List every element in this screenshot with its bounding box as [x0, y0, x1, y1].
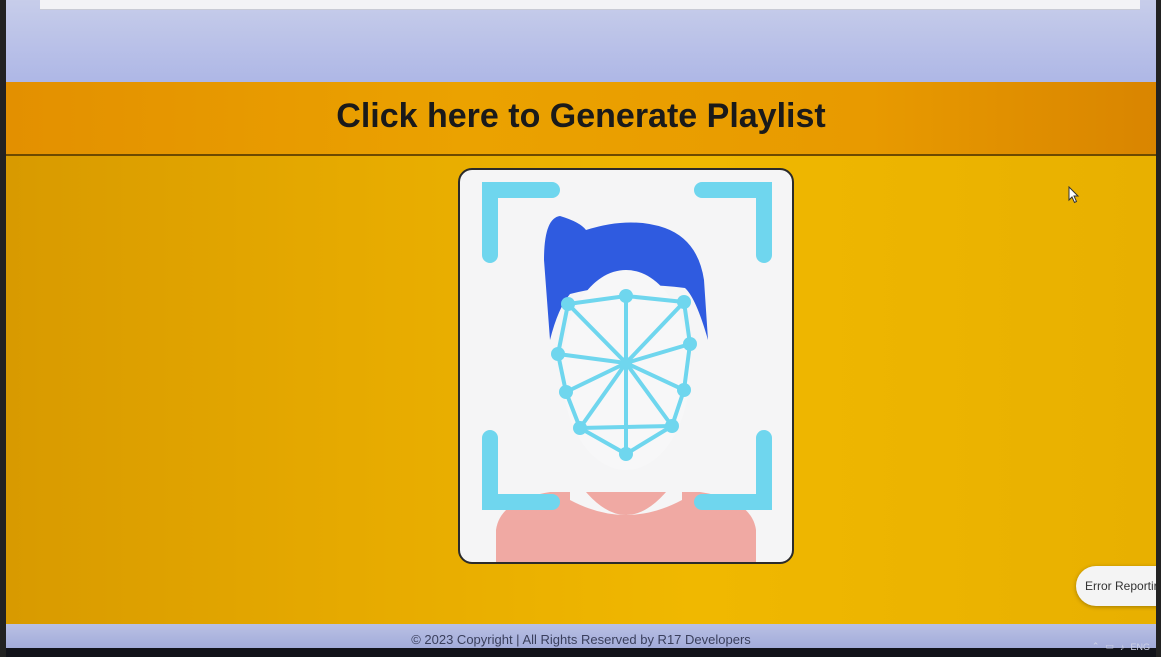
app-screen: Click here to Generate Playlist Error Re…: [6, 0, 1156, 657]
previous-section-card: [40, 0, 1140, 10]
system-tray: ⌃ ▭ ♪ ENG: [1092, 641, 1150, 652]
taskbar: [6, 648, 1156, 657]
generate-playlist-header[interactable]: Click here to Generate Playlist: [6, 82, 1156, 156]
face-scan-icon: [482, 182, 772, 562]
bracket-bottom-right: [694, 430, 772, 510]
copyright-text: © 2023 Copyright | All Rights Reserved b…: [411, 632, 751, 647]
face-scan-card[interactable]: [458, 168, 794, 564]
volume-icon[interactable]: ♪: [1120, 642, 1125, 652]
chevron-up-icon[interactable]: ⌃: [1092, 641, 1100, 652]
main-area: [6, 156, 1156, 624]
error-reporting-button[interactable]: Error Reportir: [1076, 566, 1156, 606]
language-indicator[interactable]: ENG: [1130, 642, 1150, 652]
generate-playlist-link[interactable]: Click here to Generate Playlist: [336, 97, 825, 136]
bracket-bottom-left: [482, 430, 560, 510]
bracket-top-right: [694, 182, 772, 263]
bracket-top-left: [482, 182, 560, 263]
mouse-cursor-icon: [1068, 186, 1080, 204]
network-icon[interactable]: ▭: [1105, 641, 1114, 652]
top-strip: [6, 0, 1156, 82]
